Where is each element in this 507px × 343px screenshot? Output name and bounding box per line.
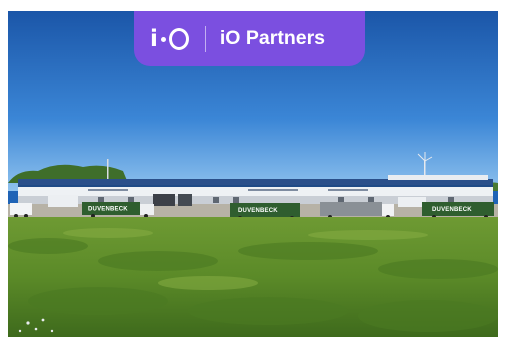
io-logo: i <box>150 24 189 54</box>
trailer-label-1: DUVENBECK <box>88 207 128 213</box>
brand-banner: i iO Partners <box>134 11 365 66</box>
trailer-label-3: DUVENBECK <box>432 207 472 213</box>
trailer-label-2: DUVENBECK <box>238 208 278 214</box>
brand-divider <box>204 25 206 52</box>
hero-photo: DUVENBECK DUVENBECK DUVENBECK i iO Partn… <box>8 11 498 337</box>
brand-name: iO Partners <box>219 27 326 49</box>
